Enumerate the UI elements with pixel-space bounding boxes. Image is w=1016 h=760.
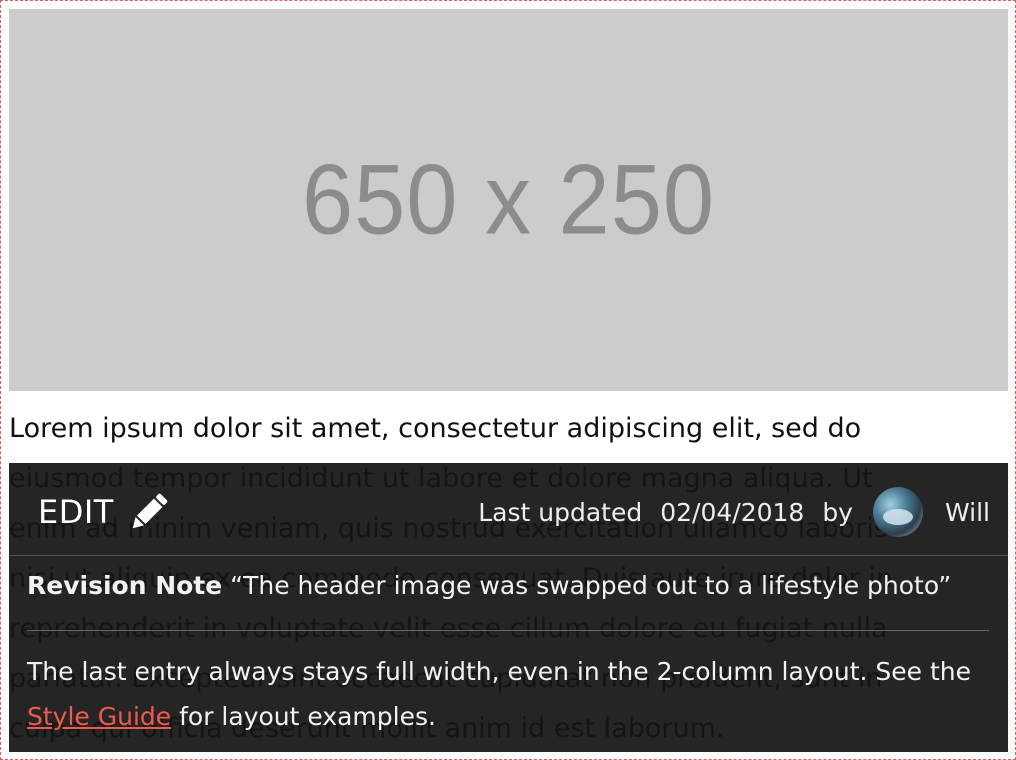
last-updated-label: Last updated	[478, 497, 643, 527]
by-label: by	[822, 497, 853, 527]
revision-divider	[27, 630, 989, 631]
note-text-before: The last entry always stays full width, …	[27, 657, 971, 686]
note-text-after: for layout examples.	[171, 702, 436, 731]
layout-note: The last entry always stays full width, …	[27, 649, 989, 739]
placeholder-dimensions-label: 650 x 250	[301, 144, 716, 255]
style-guide-link[interactable]: Style Guide	[27, 702, 171, 731]
author-name[interactable]: Will	[945, 498, 990, 527]
revision-note-label: Revision Note	[27, 571, 223, 600]
update-meta: Last updated 02/04/2018 by Will	[478, 487, 990, 537]
revision-note-text: “The header image was swapped out to a l…	[230, 571, 952, 600]
header-image-placeholder: 650 x 250	[9, 9, 1008, 391]
author-avatar[interactable]	[872, 487, 923, 537]
edit-button[interactable]: EDIT	[38, 489, 172, 535]
overlay-header: EDIT Last updated 02/04/2018 by Will	[9, 463, 1008, 556]
pencil-icon	[126, 489, 172, 535]
last-updated-date: 02/04/2018	[660, 497, 805, 527]
edit-label: EDIT	[38, 493, 114, 531]
revision-note: Revision Note “The header image was swap…	[27, 571, 989, 600]
revision-overlay-panel: EDIT Last updated 02/04/2018 by Will Rev…	[9, 463, 1008, 752]
